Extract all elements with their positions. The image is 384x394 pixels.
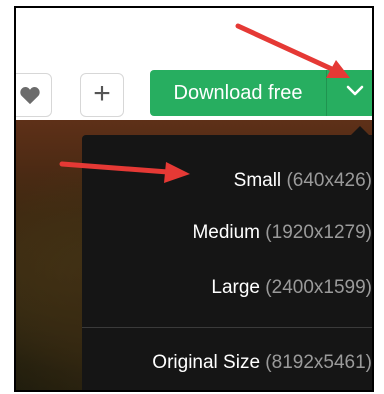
menu-item-label: Large	[211, 277, 261, 298]
add-to-collection-button[interactable]: +	[80, 73, 124, 117]
menu-item-dimensions: (8192x5461)	[265, 352, 372, 373]
chevron-down-icon	[346, 84, 364, 102]
menu-item-original-size[interactable]: Original Size (8192x5461)	[152, 352, 372, 374]
menu-item-large[interactable]: Large (2400x1599)	[211, 277, 372, 299]
menu-divider	[82, 327, 372, 328]
menu-item-dimensions: (2400x1599)	[265, 277, 372, 298]
menu-item-small[interactable]: Small (640x426)	[234, 170, 372, 192]
download-button-group: Download free	[150, 70, 372, 116]
plus-icon: +	[93, 77, 111, 110]
screenshot-frame: + Download free Small (640x426) Medium (…	[14, 6, 374, 392]
menu-item-medium[interactable]: Medium (1920x1279)	[192, 222, 372, 244]
menu-caret	[350, 126, 370, 136]
menu-item-dimensions: (1920x1279)	[265, 222, 372, 243]
download-size-menu: Small (640x426) Medium (1920x1279) Large…	[82, 126, 372, 390]
menu-item-label: Original Size	[152, 352, 261, 373]
download-options-toggle[interactable]	[327, 70, 372, 116]
heart-icon	[19, 85, 41, 105]
menu-item-label: Small	[233, 170, 282, 191]
menu-item-dimensions: (640x426)	[286, 170, 372, 191]
menu-item-label: Medium	[192, 222, 261, 243]
download-free-button[interactable]: Download free	[150, 70, 327, 116]
like-button[interactable]	[16, 73, 52, 117]
